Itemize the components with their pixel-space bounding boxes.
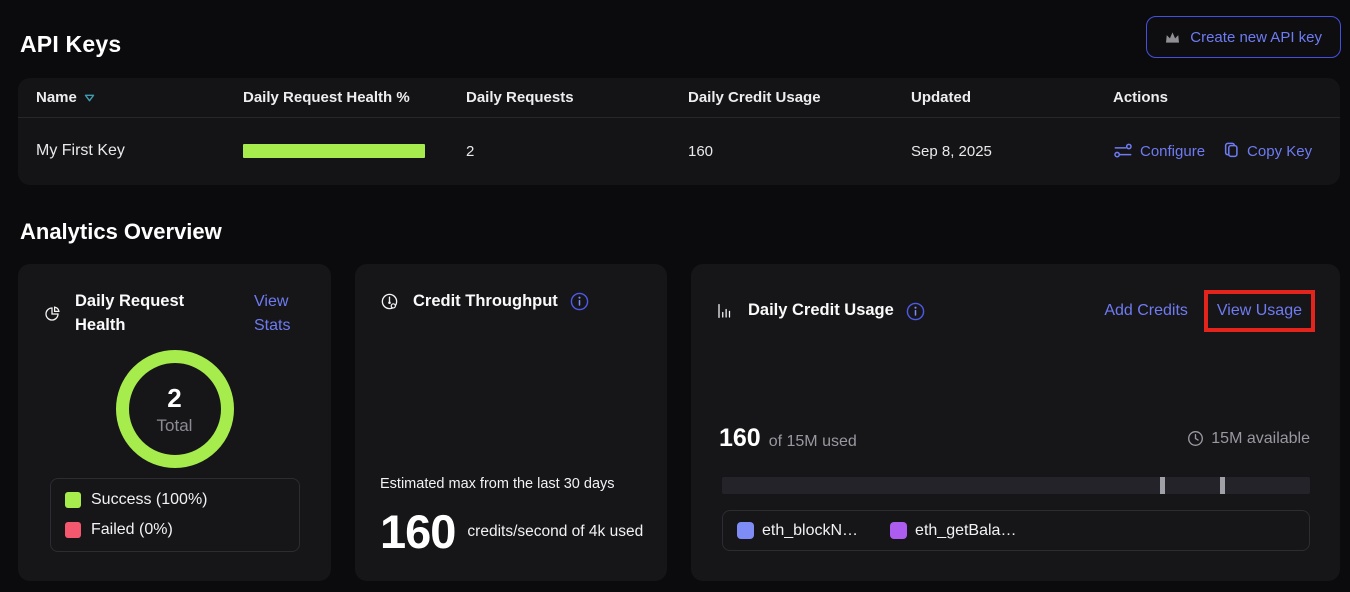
column-header-name[interactable]: Name: [18, 89, 225, 106]
api-keys-table: Name Daily Request Health % Daily Reques…: [18, 78, 1340, 185]
pie-chart-icon: [43, 305, 61, 323]
progress-tick: [1160, 477, 1165, 494]
donut-total-label: Total: [157, 416, 193, 436]
daily-credit-usage-value: 160: [670, 143, 893, 160]
failed-swatch: [65, 522, 81, 538]
api-dashboard-page: API Keys Create new API key Name Daily R…: [0, 0, 1350, 592]
eth-getbalance-swatch: [890, 522, 907, 539]
success-swatch: [65, 492, 81, 508]
column-header-actions: Actions: [1095, 89, 1340, 106]
health-legend: Success (100%) Failed (0%): [50, 478, 300, 552]
health-donut-wrap: 2 Total: [18, 350, 331, 468]
column-header-updated: Updated: [893, 89, 1095, 106]
daily-credit-usage-card: Daily Credit Usage Add Credits View Usag…: [691, 264, 1340, 581]
throughput-unit: credits/second of 4k used: [467, 520, 645, 543]
daily-requests-value: 2: [448, 143, 670, 160]
copy-key-label: Copy Key: [1247, 143, 1312, 160]
configure-button[interactable]: Configure: [1113, 142, 1205, 160]
health-bar: [243, 144, 425, 158]
gauge-icon: [380, 292, 399, 311]
credit-usage-progress-bar: [722, 477, 1310, 494]
copy-icon: [1223, 142, 1240, 160]
donut-total-value: 2: [167, 383, 181, 414]
usage-legend: eth_blockN… eth_getBala…: [722, 510, 1310, 551]
legend-item-eth-getbalance: eth_getBala…: [890, 522, 1016, 540]
usage-card-links: Add Credits View Usage: [1104, 290, 1315, 332]
usage-card-title: Daily Credit Usage: [748, 299, 894, 323]
column-header-daily-requests: Daily Requests: [448, 89, 670, 106]
column-header-health: Daily Request Health %: [225, 89, 448, 106]
view-usage-link[interactable]: View Usage: [1217, 302, 1302, 319]
credits-available-label: 15M available: [1211, 430, 1310, 448]
health-card-title: Daily Request Health: [75, 290, 193, 338]
create-api-key-button[interactable]: Create new API key: [1146, 16, 1341, 58]
legend-item-eth-blocknumber: eth_blockN…: [737, 522, 858, 540]
daily-request-health-card: Daily Request Health View Stats 2 Total …: [18, 264, 331, 581]
health-bar-fill: [243, 144, 425, 158]
table-row: My First Key 2 160 Sep 8, 2025 Configure: [18, 118, 1340, 184]
actions-cell: Configure Copy Key: [1095, 142, 1340, 160]
credits-used-group: 160 of 15M used: [719, 424, 857, 453]
health-donut-chart: 2 Total: [116, 350, 234, 468]
add-credits-link[interactable]: Add Credits: [1104, 299, 1188, 323]
eth-blocknumber-swatch: [737, 522, 754, 539]
credits-used-label: of 15M used: [769, 433, 857, 451]
bar-chart-icon: [716, 302, 734, 320]
sort-down-icon[interactable]: [84, 94, 95, 102]
crown-icon: [1165, 31, 1180, 44]
health-bar-cell: [225, 144, 448, 158]
throughput-card-title: Credit Throughput: [413, 290, 558, 314]
analytics-cards: Daily Request Health View Stats 2 Total …: [18, 264, 1340, 581]
eth-getbalance-label: eth_getBala…: [915, 522, 1016, 540]
api-key-name: My First Key: [18, 142, 225, 160]
throughput-row: 160 credits/second of 4k used: [380, 508, 647, 555]
credits-available-group: 15M available: [1187, 430, 1310, 448]
page-title: API Keys: [20, 31, 121, 58]
usage-summary-row: 160 of 15M used 15M available: [719, 424, 1310, 453]
throughput-subtitle: Estimated max from the last 30 days: [380, 476, 647, 492]
info-icon[interactable]: [906, 302, 925, 321]
updated-value: Sep 8, 2025: [893, 143, 1095, 160]
sliders-icon: [1113, 142, 1133, 160]
info-icon[interactable]: [570, 292, 589, 311]
configure-label: Configure: [1140, 143, 1205, 160]
analytics-overview-title: Analytics Overview: [20, 219, 222, 245]
credits-used-value: 160: [719, 424, 761, 453]
throughput-card-header: Credit Throughput: [380, 290, 642, 314]
eth-blocknumber-label: eth_blockN…: [762, 522, 858, 540]
table-header-row: Name Daily Request Health % Daily Reques…: [18, 78, 1340, 118]
annotation-highlight-box: View Usage: [1204, 290, 1315, 332]
copy-key-button[interactable]: Copy Key: [1223, 142, 1312, 160]
progress-tick: [1220, 477, 1225, 494]
view-stats-link[interactable]: View Stats: [254, 290, 306, 338]
legend-item-failed: Failed (0%): [65, 521, 285, 539]
failed-label: Failed (0%): [91, 521, 173, 539]
column-header-daily-credit-usage: Daily Credit Usage: [670, 89, 893, 106]
success-label: Success (100%): [91, 491, 208, 509]
legend-item-success: Success (100%): [65, 491, 285, 509]
health-card-header: Daily Request Health View Stats: [43, 290, 306, 338]
credit-throughput-card: Credit Throughput Estimated max from the…: [355, 264, 667, 581]
create-api-key-label: Create new API key: [1190, 29, 1322, 46]
throughput-stats: Estimated max from the last 30 days 160 …: [380, 476, 647, 555]
throughput-value: 160: [380, 508, 455, 555]
clock-icon: [1187, 430, 1204, 447]
usage-card-header: Daily Credit Usage Add Credits View Usag…: [716, 290, 1315, 332]
